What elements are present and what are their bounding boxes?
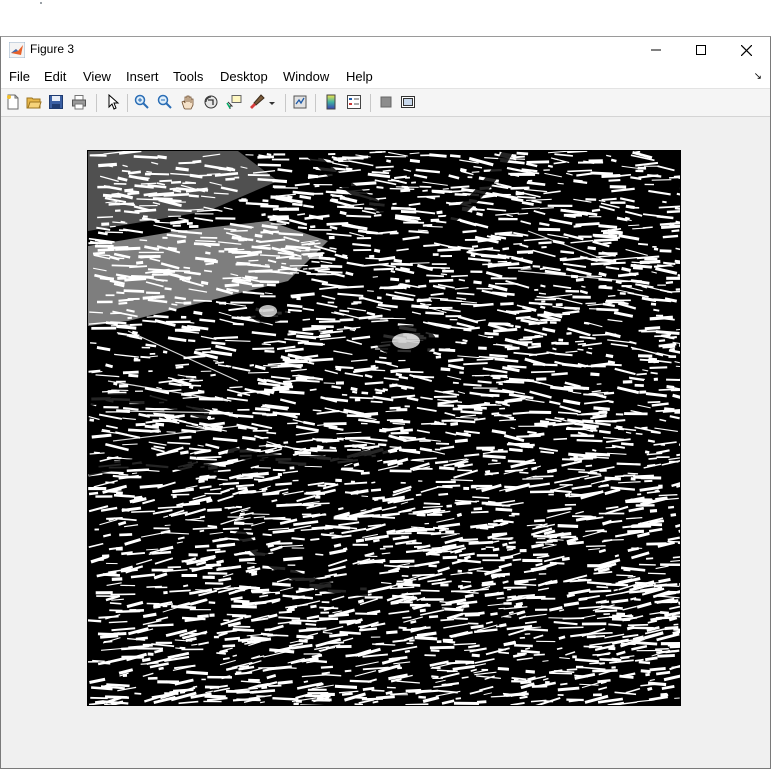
toolbar-separator	[127, 94, 128, 112]
menu-edit[interactable]: Edit	[44, 69, 66, 84]
figure-window: Figure 3 File Edit View Insert Tools Des…	[0, 36, 771, 769]
window-title: Figure 3	[30, 42, 75, 56]
minimize-button[interactable]	[633, 37, 679, 63]
brush-dropdown-icon[interactable]	[267, 94, 277, 110]
maximize-icon	[696, 45, 706, 55]
link-plot-icon[interactable]	[292, 94, 308, 110]
figure-toolbar	[1, 89, 770, 117]
insert-colorbar-icon[interactable]	[323, 94, 339, 110]
brush-icon[interactable]	[249, 94, 265, 110]
open-file-icon[interactable]	[26, 94, 42, 110]
figure-image-axes[interactable]	[87, 150, 681, 706]
menu-view[interactable]: View	[83, 69, 111, 84]
zoom-out-icon[interactable]	[157, 94, 173, 110]
menu-help[interactable]: Help	[346, 69, 373, 84]
dock-figure-icon[interactable]: ↘	[754, 71, 762, 82]
data-cursor-icon[interactable]	[226, 94, 242, 110]
desktop-background	[0, 0, 773, 36]
show-plot-tools-icon[interactable]	[400, 94, 416, 110]
menu-window[interactable]: Window	[283, 69, 329, 84]
toolbar-separator	[370, 94, 371, 112]
minimize-icon	[651, 49, 661, 51]
rotate-3d-icon[interactable]	[203, 94, 219, 110]
matlab-logo-icon	[9, 42, 25, 58]
binarized-cat-image	[88, 151, 680, 705]
hide-plot-tools-icon[interactable]	[378, 94, 394, 110]
toolbar-separator	[285, 94, 286, 112]
toolbar-separator	[96, 94, 97, 112]
close-button[interactable]	[723, 37, 769, 63]
insert-legend-icon[interactable]	[346, 94, 362, 110]
new-figure-icon[interactable]	[5, 94, 21, 110]
menu-insert[interactable]: Insert	[126, 69, 159, 84]
menu-bar: File Edit View Insert Tools Desktop Wind…	[1, 63, 770, 89]
menu-desktop[interactable]: Desktop	[220, 69, 268, 84]
save-icon[interactable]	[48, 94, 64, 110]
menu-file[interactable]: File	[9, 69, 30, 84]
select-arrow-icon[interactable]	[105, 94, 121, 110]
maximize-button[interactable]	[678, 37, 724, 63]
pan-hand-icon[interactable]	[180, 94, 196, 110]
desktop-speck	[40, 2, 42, 4]
menu-tools[interactable]: Tools	[173, 69, 203, 84]
close-icon	[740, 44, 752, 56]
toolbar-separator	[315, 94, 316, 112]
print-icon[interactable]	[71, 94, 87, 110]
zoom-in-icon[interactable]	[134, 94, 150, 110]
title-bar[interactable]: Figure 3	[1, 37, 770, 63]
